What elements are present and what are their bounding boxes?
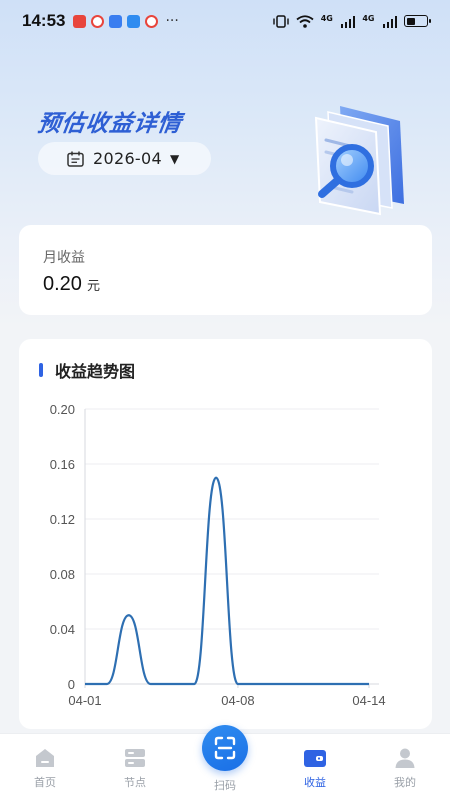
user-icon [395,748,415,768]
income-trend-chart: 0.20 0.16 0.12 0.08 0.04 004-01 04-08 04-14 [50,402,386,708]
wifi-icon [296,14,314,28]
tab-home-label: 首页 [34,776,56,789]
network-type-b: 4G [362,13,375,23]
y-tick-label: 0.16 [50,457,75,472]
x-tick-label: 04-01 [68,693,101,708]
month-value: 2026-04 [93,149,162,168]
magnifier-document-illustration [314,106,404,216]
app-blue-icon [109,14,123,28]
server-icon [125,749,145,767]
calendar-icon [67,151,84,167]
tab-nodes-label: 节点 [124,776,146,789]
y-tick-label: 0.12 [50,512,75,527]
y-tick-label: 0.04 [50,622,75,637]
income-trend-card: 收益趋势图 0.20 0.16 0.12 0.08 0.04 0 04-01 04-08 04-… [19,339,432,729]
y-tick-label: 0.08 [50,567,75,582]
scan-button[interactable] [202,725,248,771]
monthly-income-amount: 0.20 [43,273,82,295]
caret-down-icon: ▼ [169,151,180,166]
monthly-income-value: 0.20 元 [43,273,100,296]
tab-profile[interactable]: 我的 [360,734,450,800]
more-notifications: ··· [165,13,179,29]
monthly-income-card: 月收益 0.20 元 [19,225,432,315]
tab-earnings[interactable]: 收益 [270,734,360,800]
vibrate-icon [273,14,289,28]
signal-bars-a [340,15,356,28]
y-tick-label: 0 [68,677,75,692]
shield-check-icon [127,14,141,28]
status-time: 14:53 [22,11,66,30]
monthly-income-label: 月收益 [43,250,85,266]
weibo-icon [145,14,159,28]
tab-scan-label[interactable]: 扫码 [200,777,250,793]
home-icon [36,749,54,767]
signal-bars-b [382,15,397,28]
scan-icon [214,736,236,760]
weibo-icon [91,14,105,28]
monthly-income-unit: 元 [86,278,100,293]
tab-home[interactable]: 首页 [0,734,90,800]
x-tick-label: 04-14 [352,693,385,708]
network-type-a: 4G [320,13,333,23]
app-red-icon [73,14,87,28]
tab-earnings-label: 收益 [304,776,326,789]
battery-level [406,17,415,25]
tab-profile-label: 我的 [394,776,416,789]
x-tick-label: 04-08 [221,693,254,708]
status-bar: 14:53 ··· 4G 4G [0,0,450,42]
battery-icon [404,15,431,27]
series-line [84,476,369,686]
y-tick-label: 0.20 [50,402,75,417]
wallet-icon [304,750,326,767]
month-picker[interactable]: 2026-04 ▼ [38,142,211,175]
page-title: 预估收益详情 [35,111,184,137]
tab-nodes[interactable]: 节点 [90,734,180,800]
bottom-tab-bar: 首页 节点 扫码 收益 我的 [0,725,450,800]
